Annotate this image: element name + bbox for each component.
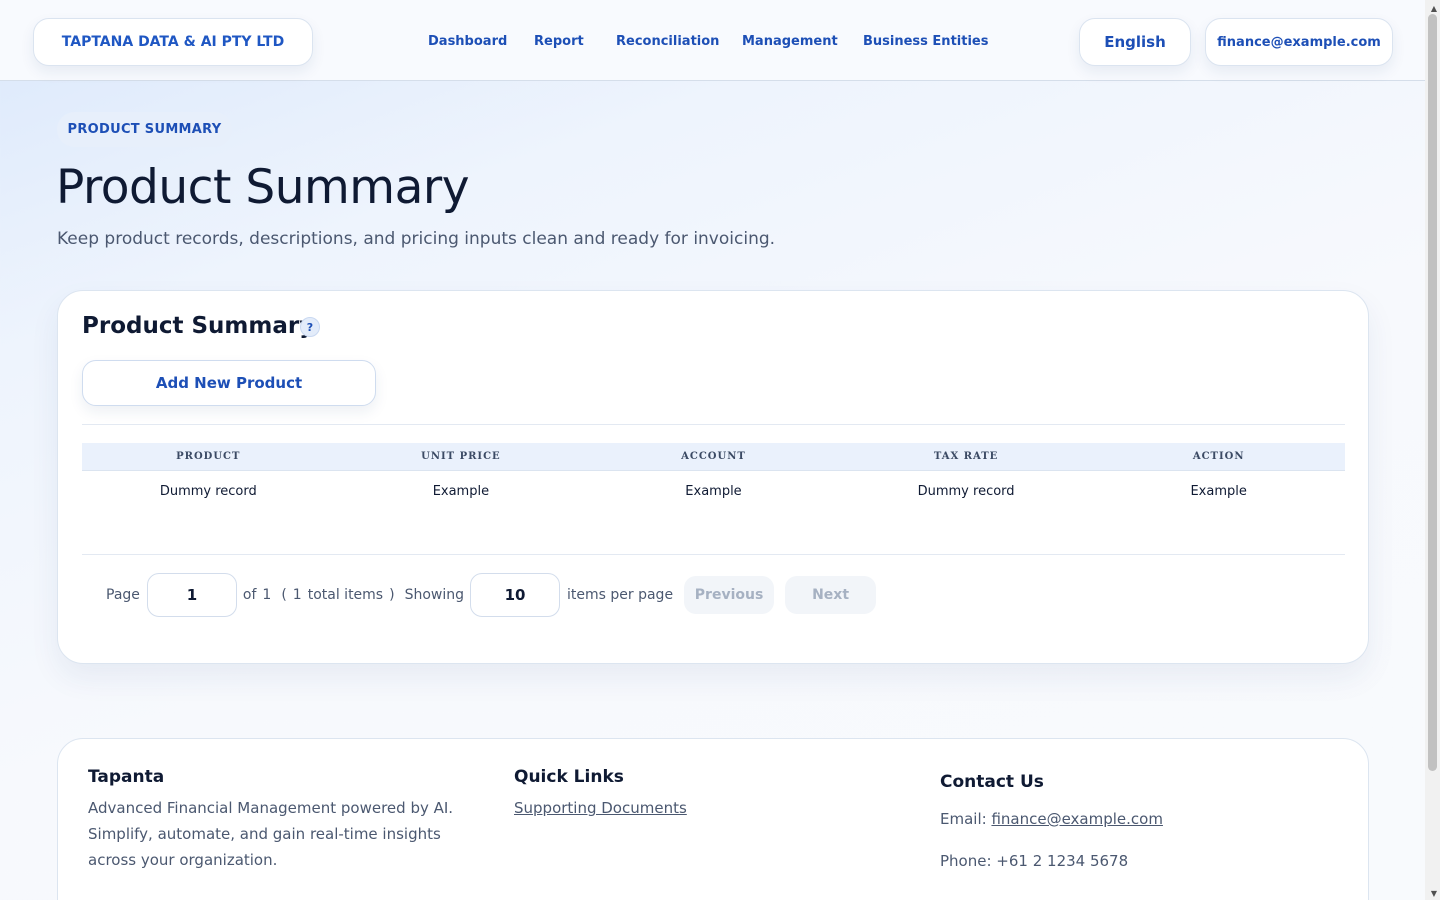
add-new-product-button[interactable]: Add New Product bbox=[82, 360, 376, 406]
column-header-unit-price[interactable]: UNIT PRICE bbox=[335, 451, 588, 462]
footer-brand-column: Tapanta Advanced Financial Management po… bbox=[88, 767, 488, 873]
page-number-input[interactable]: 1 bbox=[146, 573, 237, 617]
nav-business-entities[interactable]: Business Entities bbox=[863, 34, 988, 49]
showing-label: Showing bbox=[404, 587, 465, 603]
email-label: Email: bbox=[940, 810, 987, 828]
of-label: of bbox=[242, 587, 257, 603]
footer: Tapanta Advanced Financial Management po… bbox=[57, 738, 1369, 900]
cell-action[interactable]: Example bbox=[1092, 484, 1345, 499]
breadcrumb: PRODUCT SUMMARY bbox=[57, 112, 232, 147]
nav-report[interactable]: Report bbox=[534, 34, 584, 49]
cell-tax-rate: Dummy record bbox=[917, 483, 1015, 499]
brand-button[interactable]: TAPTANA DATA & AI PTY LTD bbox=[33, 18, 313, 66]
top-navbar: TAPTANA DATA & AI PTY LTD Dashboard Repo… bbox=[0, 0, 1425, 81]
language-button[interactable]: English bbox=[1079, 18, 1191, 66]
footer-brand-heading: Tapanta bbox=[88, 767, 165, 787]
card-title: Product Summary bbox=[82, 313, 315, 339]
pagination: Page 1 of 1 ( 1 total items ) Showing 10… bbox=[82, 573, 877, 617]
footer-contact-column: Contact Us Email: finance@example.com Ph… bbox=[940, 772, 1320, 874]
supporting-documents-link[interactable]: Supporting Documents bbox=[514, 799, 687, 817]
table-header: PRODUCT UNIT PRICE ACCOUNT TAX RATE ACTI… bbox=[82, 443, 1345, 471]
column-header-account[interactable]: ACCOUNT bbox=[587, 451, 840, 462]
footer-contact-heading: Contact Us bbox=[940, 772, 1044, 792]
help-icon[interactable]: ? bbox=[300, 317, 320, 337]
divider bbox=[82, 554, 1345, 555]
column-header-action: ACTION bbox=[1192, 451, 1245, 462]
scroll-down-icon[interactable]: ▼ bbox=[1431, 889, 1437, 898]
close-paren: ) bbox=[389, 587, 395, 603]
total-items-label: total items bbox=[307, 587, 384, 603]
cell-unit-price: Example bbox=[432, 483, 490, 499]
nav-dashboard[interactable]: Dashboard bbox=[428, 34, 507, 49]
page-label: Page bbox=[106, 587, 140, 603]
table-row[interactable]: Dummy record Example Example Dummy recor… bbox=[82, 471, 1345, 511]
next-button[interactable]: Next bbox=[785, 576, 877, 614]
divider bbox=[82, 424, 1345, 425]
account-button[interactable]: finance@example.com bbox=[1205, 18, 1393, 66]
total-pages: 1 bbox=[262, 587, 272, 603]
total-items-count: 1 bbox=[292, 587, 302, 603]
vertical-scrollbar[interactable]: ▲ ▼ bbox=[1425, 0, 1440, 900]
cell-product: Dummy record bbox=[159, 483, 257, 499]
contact-email-link[interactable]: finance@example.com bbox=[991, 810, 1163, 828]
page-title: Product Summary bbox=[56, 160, 470, 215]
previous-button[interactable]: Previous bbox=[684, 576, 775, 614]
nav-management[interactable]: Management bbox=[742, 34, 838, 49]
nav-reconciliation[interactable]: Reconciliation bbox=[616, 34, 719, 49]
open-paren: ( bbox=[281, 587, 287, 603]
items-per-page-label: items per page bbox=[567, 587, 674, 603]
contact-phone: Phone: +61 2 1234 5678 bbox=[940, 852, 1129, 870]
column-header-tax-rate[interactable]: TAX RATE bbox=[840, 451, 1093, 462]
scroll-up-icon[interactable]: ▲ bbox=[1431, 4, 1437, 13]
footer-links-heading: Quick Links bbox=[514, 767, 624, 787]
items-per-page-input[interactable]: 10 bbox=[470, 573, 561, 617]
product-table: PRODUCT UNIT PRICE ACCOUNT TAX RATE ACTI… bbox=[82, 443, 1345, 511]
column-header-product[interactable]: PRODUCT bbox=[82, 451, 335, 462]
footer-brand-text: Advanced Financial Management powered by… bbox=[88, 799, 454, 869]
cell-account: Example bbox=[685, 483, 742, 499]
product-summary-card: Product Summary ? Add New Product PRODUC… bbox=[57, 290, 1369, 664]
page-subtitle: Keep product records, descriptions, and … bbox=[57, 229, 776, 249]
scrollbar-thumb[interactable] bbox=[1428, 14, 1437, 771]
footer-links-column: Quick Links Supporting Documents bbox=[514, 767, 894, 821]
